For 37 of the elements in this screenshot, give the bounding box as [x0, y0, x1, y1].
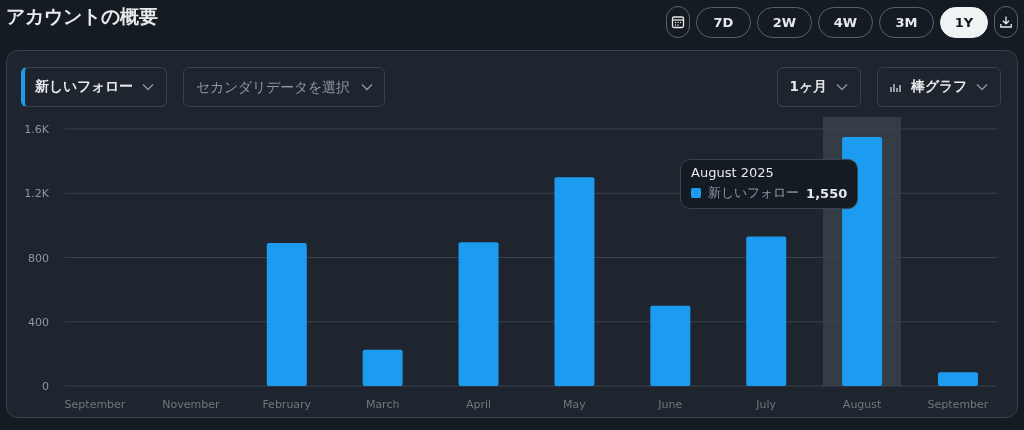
bar[interactable] — [554, 177, 595, 386]
y-axis-label: 1.2K — [24, 187, 49, 201]
download-icon — [999, 15, 1013, 29]
x-axis-label: February — [262, 398, 312, 411]
x-axis-label: September — [64, 398, 126, 411]
y-axis-label: 0 — [42, 380, 49, 393]
y-axis-label: 400 — [28, 315, 49, 329]
x-axis-label: June — [658, 398, 683, 411]
interval-dropdown[interactable]: 1ヶ月 — [776, 67, 861, 107]
x-axis-label: April — [466, 398, 492, 411]
metric-dropdown[interactable]: 新しいフォロー — [21, 67, 167, 107]
bar[interactable] — [650, 305, 691, 386]
x-axis-label: May — [563, 398, 586, 411]
chevron-icon — [142, 83, 154, 91]
chevron-icon — [976, 83, 988, 91]
tooltip-title: August 2025 — [691, 165, 775, 181]
bar[interactable] — [266, 243, 307, 386]
calendar-icon — [671, 15, 685, 29]
chevron-icon — [361, 83, 373, 91]
x-axis-label: September — [927, 398, 989, 411]
tooltip-label: 新しいフォロー — [708, 184, 800, 203]
x-axis-label: March — [365, 398, 400, 411]
tooltip-value: 1,550 — [806, 185, 848, 201]
x-axis-label: August — [842, 398, 882, 411]
chart-type-dropdown[interactable]: 棒グラフ — [877, 67, 1001, 107]
bar[interactable] — [746, 236, 787, 386]
secondary-data-dropdown[interactable]: セカンダリデータを選択 — [183, 67, 385, 107]
bar[interactable] — [458, 242, 499, 386]
chevron-icon — [836, 83, 848, 91]
y-axis-label: 800 — [28, 251, 49, 265]
y-axis-label: 1.6K — [24, 123, 49, 136]
bar-chart-icon — [890, 82, 902, 92]
x-axis-label: November — [162, 398, 220, 411]
x-axis-label: July — [756, 398, 777, 411]
range-button[interactable]: 1Y — [940, 6, 988, 38]
page-title: アカウントの概要 — [6, 4, 158, 29]
bar[interactable] — [362, 349, 403, 386]
